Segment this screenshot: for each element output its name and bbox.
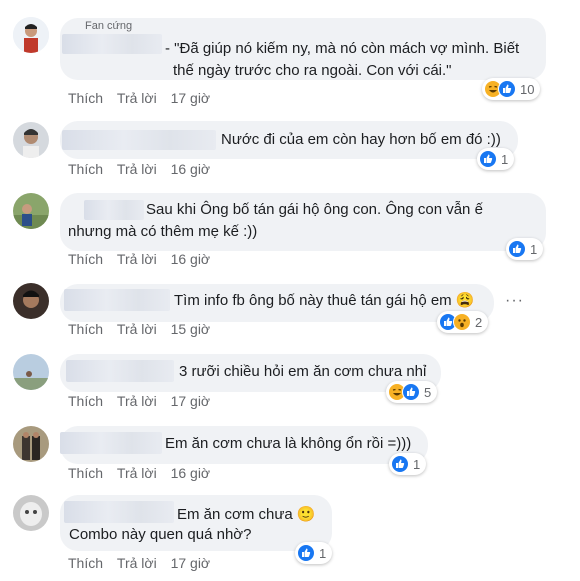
comment: Sau khi Ông bố tán gái hộ ông con. Ông c… — [0, 184, 580, 276]
blurred-username — [84, 200, 144, 220]
reaction-summary[interactable]: 10 — [482, 78, 541, 100]
timestamp[interactable]: 17 giờ — [171, 555, 211, 571]
reaction-summary[interactable]: 1 — [506, 238, 544, 260]
blurred-username — [64, 501, 174, 523]
reaction-summary[interactable]: 2 — [437, 311, 489, 333]
comment: Tìm info fb ông bố này thuê tán gái hộ e… — [0, 276, 580, 348]
blurred-username — [66, 360, 174, 382]
timestamp[interactable]: 17 giờ — [171, 393, 211, 409]
comment-text: Combo này quen quá nhờ? — [69, 526, 252, 543]
like-link[interactable]: Thích — [68, 251, 103, 267]
comment-actions: Thích Trả lời 16 giờ — [68, 465, 220, 481]
timestamp[interactable]: 16 giờ — [171, 251, 211, 267]
avatar[interactable] — [13, 193, 49, 229]
comment-text: Nước đi của em còn hay hơn bố em đó :)) — [221, 131, 501, 148]
comment-text: Em ăn cơm chưa là không ổn rồi =))) — [165, 435, 412, 452]
comment: Nước đi của em còn hay hơn bố em đó :)) … — [0, 112, 580, 184]
comment: Fan cứng - "Đã giúp nó kiếm ny, mà nó cò… — [0, 0, 580, 112]
comment-actions: Thích Trả lời 17 giờ — [68, 555, 220, 571]
comment-text: Tìm info fb ông bố này thuê tán gái hộ e… — [174, 292, 475, 309]
like-icon — [402, 383, 420, 401]
avatar[interactable] — [13, 17, 49, 53]
reaction-count: 1 — [413, 456, 421, 472]
like-icon — [391, 455, 409, 473]
like-icon — [508, 240, 526, 258]
comment-text: nhưng mà có thêm mẹ kế :)) — [68, 223, 258, 240]
comment-actions: Thích Trả lời 15 giờ — [68, 321, 220, 337]
reaction-summary[interactable]: 1 — [295, 542, 333, 564]
reaction-summary[interactable]: 5 — [386, 381, 438, 403]
comment-text: 3 rưỡi chiều hỏi em ăn cơm chưa nhỉ — [179, 363, 427, 380]
reaction-summary[interactable]: 1 — [477, 148, 515, 170]
like-link[interactable]: Thích — [68, 161, 103, 177]
avatar[interactable] — [13, 283, 49, 319]
reply-link[interactable]: Trả lời — [117, 90, 157, 106]
reply-link[interactable]: Trả lời — [117, 321, 157, 337]
timestamp[interactable]: 15 giờ — [171, 321, 211, 337]
avatar[interactable] — [13, 426, 49, 462]
like-icon — [297, 544, 315, 562]
like-link[interactable]: Thích — [68, 393, 103, 409]
more-options-button[interactable]: ··· — [505, 292, 524, 310]
avatar[interactable] — [13, 122, 49, 158]
fan-badge: Fan cứng — [85, 20, 133, 32]
like-icon — [498, 80, 516, 98]
avatar[interactable] — [13, 354, 49, 390]
blurred-username — [62, 34, 162, 54]
reply-link[interactable]: Trả lời — [117, 555, 157, 571]
like-link[interactable]: Thích — [68, 321, 103, 337]
timestamp[interactable]: 17 giờ — [171, 90, 211, 106]
like-icon — [479, 150, 497, 168]
comment: Em ăn cơm chưa 🙂 Combo này quen quá nhờ?… — [0, 490, 580, 581]
comment-actions: Thích Trả lời 16 giờ — [68, 161, 220, 177]
comment-actions: Thích Trả lời 17 giờ — [68, 393, 220, 409]
blurred-username — [64, 289, 170, 311]
like-link[interactable]: Thích — [68, 465, 103, 481]
comment-text: Em ăn cơm chưa 🙂 — [177, 506, 316, 523]
blurred-username — [60, 432, 162, 454]
reply-link[interactable]: Trả lời — [117, 251, 157, 267]
reaction-count: 1 — [319, 545, 327, 561]
reply-link[interactable]: Trả lời — [117, 465, 157, 481]
comment-text: Sau khi Ông bố tán gái hộ ông con. Ông c… — [146, 201, 483, 218]
reaction-count: 2 — [475, 314, 483, 330]
comment: 3 rưỡi chiều hỏi em ăn cơm chưa nhỉ 5 Th… — [0, 348, 580, 420]
reaction-count: 1 — [501, 151, 509, 167]
wow-icon — [453, 313, 471, 331]
like-link[interactable]: Thích — [68, 555, 103, 571]
reply-link[interactable]: Trả lời — [117, 393, 157, 409]
timestamp[interactable]: 16 giờ — [171, 465, 211, 481]
comment-actions: Thích Trả lời 17 giờ — [68, 90, 220, 106]
like-link[interactable]: Thích — [68, 90, 103, 106]
reaction-count: 10 — [520, 81, 535, 97]
blurred-username — [62, 130, 216, 150]
comment-text: thế ngày trước cho ra ngoài. Con với cái… — [173, 62, 452, 79]
comment: Em ăn cơm chưa là không ổn rồi =))) 1 Th… — [0, 420, 580, 490]
comment-actions: Thích Trả lời 16 giờ — [68, 251, 220, 267]
reaction-summary[interactable]: 1 — [389, 453, 427, 475]
reaction-count: 1 — [530, 241, 538, 257]
avatar[interactable] — [13, 495, 49, 531]
timestamp[interactable]: 16 giờ — [171, 161, 211, 177]
reaction-count: 5 — [424, 384, 432, 400]
comment-text: - "Đã giúp nó kiếm ny, mà nó còn mách vợ… — [165, 40, 520, 57]
reply-link[interactable]: Trả lời — [117, 161, 157, 177]
